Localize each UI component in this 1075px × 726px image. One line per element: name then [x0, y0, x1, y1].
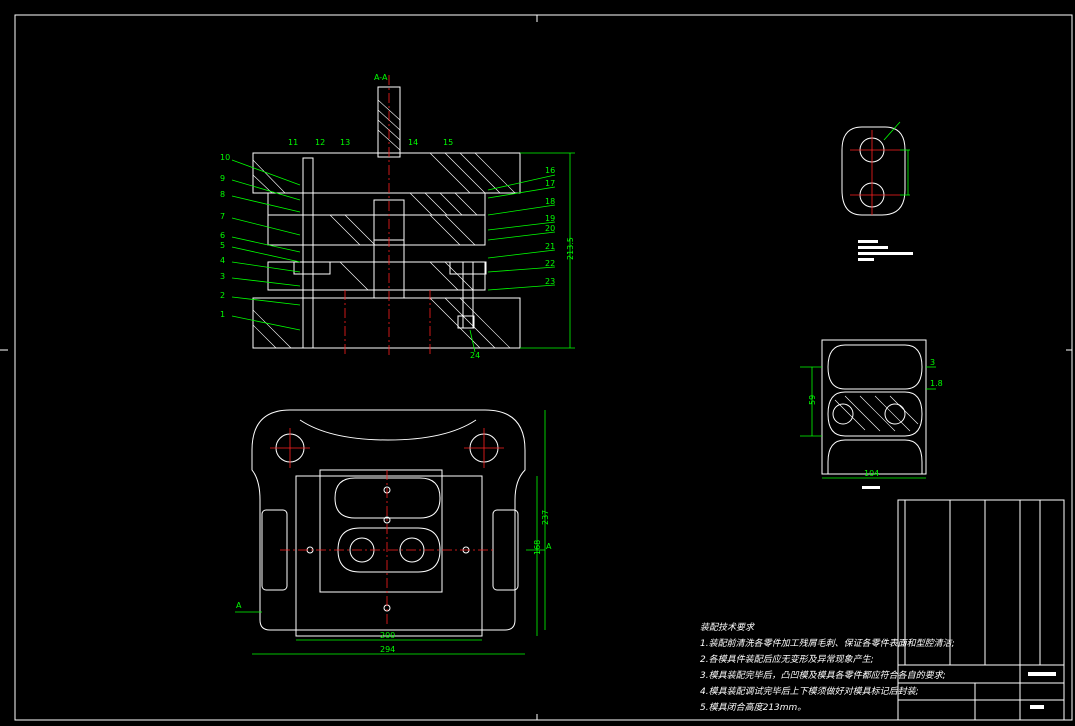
part-label: 20 — [545, 224, 555, 233]
strip-height-dimension: 59 — [808, 395, 817, 405]
height-dimension: 213.5 — [566, 237, 575, 260]
title-block — [897, 499, 1065, 721]
section-view: A-A 213.5 10 9 8 7 6 5 4 3 2 1 11 12 13 … — [220, 73, 575, 360]
cad-drawing-canvas: A-A 213.5 10 9 8 7 6 5 4 3 2 1 11 12 13 … — [0, 0, 1075, 726]
part-label: 11 — [288, 138, 298, 147]
section-title: A-A — [374, 73, 388, 82]
part-label: 10 — [220, 153, 230, 162]
note-line: 5.模具闭合高度213mm。 — [700, 703, 807, 713]
note-line: 3.模具装配完毕后，凸凹模及模具各零件都应符合各自的要求; — [700, 671, 946, 681]
part-labels-top: 11 12 13 14 15 — [288, 138, 453, 147]
strip-layout-view: 59 104 3 1.8 — [800, 339, 943, 489]
strip-dim-small-2: 1.8 — [930, 379, 943, 388]
part-label: 4 — [220, 256, 225, 265]
plan-view: 200 294 237 168 A A — [235, 409, 552, 655]
part-label: 22 — [545, 259, 555, 268]
part-label: 15 — [443, 138, 453, 147]
part-label: 5 — [220, 241, 225, 250]
part-label: 12 — [315, 138, 325, 147]
inner-height-dimension: 168 — [533, 540, 542, 555]
part-labels-right: 16 17 18 19 20 21 22 23 24 — [470, 166, 555, 360]
notes-heading: 装配技术要求 — [700, 623, 755, 633]
part-labels-left: 10 9 8 7 6 5 4 3 2 1 — [220, 153, 230, 319]
part-label: 23 — [545, 277, 555, 286]
part-label: 19 — [545, 214, 555, 223]
drawing-sheet: A-A 213.5 10 9 8 7 6 5 4 3 2 1 11 12 13 … — [0, 14, 1073, 721]
note-line: 4.模具装配调试完毕后上下模须做好对模具标记后封装; — [700, 687, 919, 697]
strip-dim-small-1: 3 — [930, 358, 935, 367]
note-line: 1.装配前清洗各零件加工残屑毛刺、保证各零件表面和型腔清洁; — [700, 639, 955, 649]
part-label: 2 — [220, 291, 225, 300]
part-label: 18 — [545, 197, 555, 206]
part-label: 6 — [220, 231, 225, 240]
part-label: 9 — [220, 174, 225, 183]
inner-width-dimension: 200 — [380, 631, 395, 640]
part-label: 1 — [220, 310, 225, 319]
part-label: 8 — [220, 190, 225, 199]
outer-height-dimension: 237 — [541, 510, 550, 525]
part-label: 16 — [545, 166, 555, 175]
part-label: 3 — [220, 272, 225, 281]
part-view — [841, 121, 913, 261]
section-mark-right: A — [546, 542, 552, 551]
part-label: 21 — [545, 242, 555, 251]
note-line: 2.各模具件装配后应无变形及异常现象产生; — [700, 655, 874, 665]
part-label: 13 — [340, 138, 350, 147]
sheet-border — [14, 14, 1073, 721]
strip-length-dimension: 104 — [864, 469, 879, 478]
part-label: 24 — [470, 351, 480, 360]
section-mark-left: A — [236, 601, 242, 610]
part-label: 7 — [220, 212, 225, 221]
part-label: 14 — [408, 138, 418, 147]
outer-width-dimension: 294 — [380, 645, 395, 654]
part-label: 17 — [545, 179, 555, 188]
